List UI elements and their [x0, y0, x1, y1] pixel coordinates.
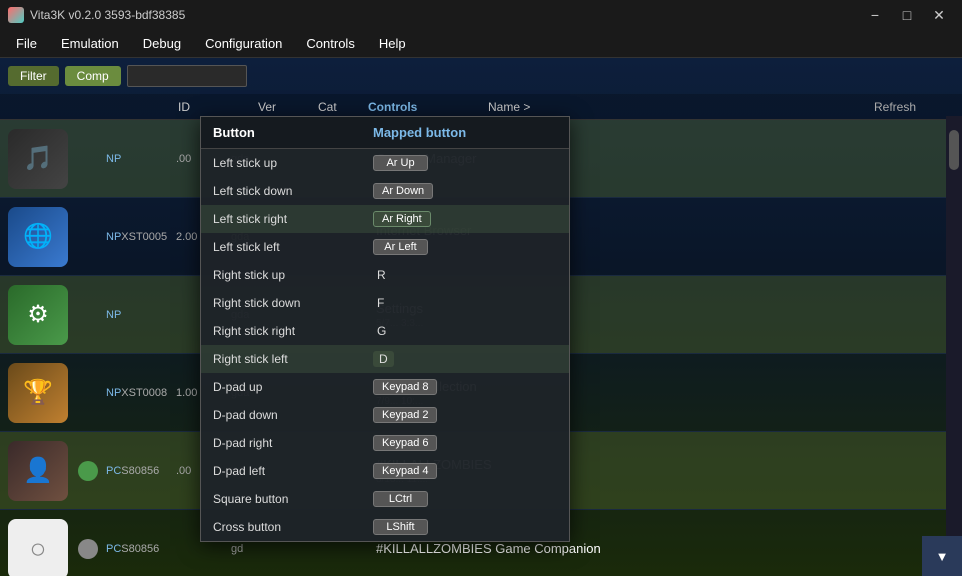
app-icon [8, 7, 24, 23]
dropdown-row-dpad-left[interactable]: D-pad left Keypad 4 [201, 457, 569, 485]
button-label: D-pad right [213, 436, 373, 450]
scroll-arrow-down[interactable]: ▼ [922, 536, 962, 576]
dropdown-row-right-stick-left[interactable]: Right stick left D [201, 345, 569, 373]
compat-badge [78, 383, 98, 403]
button-label: Left stick down [213, 184, 373, 198]
mapped-button: Ar Left [373, 239, 428, 255]
button-label: Right stick right [213, 324, 373, 338]
dropdown-row-dpad-right[interactable]: D-pad right Keypad 6 [201, 429, 569, 457]
mapped-button: Keypad 6 [373, 435, 437, 451]
button-label: Right stick up [213, 268, 373, 282]
game-id: NP [106, 153, 176, 165]
col-header-id: ID [178, 100, 258, 114]
dropdown-row-right-stick-right[interactable]: Right stick right G [201, 317, 569, 345]
dropdown-row-left-stick-up[interactable]: Left stick up Ar Up [201, 149, 569, 177]
mapped-button: Keypad 8 [373, 379, 437, 395]
game-id: NP [106, 309, 176, 321]
game-icon: ○ [8, 519, 68, 576]
dropdown-row-left-stick-down[interactable]: Left stick down Ar Down [201, 177, 569, 205]
button-label: D-pad down [213, 408, 373, 422]
menu-file[interactable]: File [4, 32, 49, 55]
mapped-button: Ar Down [373, 183, 433, 199]
mapped-button: R [373, 267, 390, 283]
compat-badge [78, 149, 98, 169]
chevron-down-icon: ▼ [936, 549, 949, 564]
game-icon: 🌐 [8, 207, 68, 267]
compat-badge [78, 227, 98, 247]
compat-badge [78, 539, 98, 559]
scrollbar [946, 116, 962, 576]
game-icon: 🎵 [8, 129, 68, 189]
col-header-controls[interactable]: Controls [368, 100, 488, 114]
col-header-refresh[interactable]: Refresh [874, 100, 954, 114]
dropdown-row-square[interactable]: Square button LCtrl [201, 485, 569, 513]
menu-help[interactable]: Help [367, 32, 418, 55]
button-label: Left stick left [213, 240, 373, 254]
title-bar: Vita3K v0.2.0 3593-bdf38385 − □ ✕ [0, 0, 962, 30]
comp-button[interactable]: Comp [65, 66, 121, 86]
filter-button[interactable]: Filter [8, 66, 59, 86]
dropdown-row-left-stick-left[interactable]: Left stick left Ar Left [201, 233, 569, 261]
compat-badge [78, 461, 98, 481]
menu-configuration[interactable]: Configuration [193, 32, 294, 55]
dropdown-col-mapped: Mapped button [373, 125, 557, 140]
game-id: NPXST0005 [106, 231, 176, 243]
button-label: Square button [213, 492, 373, 506]
mapped-button: Keypad 2 [373, 407, 437, 423]
title-bar-left: Vita3K v0.2.0 3593-bdf38385 [8, 7, 185, 23]
game-icon: 🏆 [8, 363, 68, 423]
search-input[interactable] [127, 65, 247, 87]
dropdown-row-right-stick-down[interactable]: Right stick down F [201, 289, 569, 317]
game-id: PCS80856 [106, 465, 176, 477]
dropdown-row-right-stick-up[interactable]: Right stick up R [201, 261, 569, 289]
scroll-thumb[interactable] [949, 130, 959, 170]
mapped-button: LCtrl [373, 491, 428, 507]
menu-emulation[interactable]: Emulation [49, 32, 131, 55]
dropdown-row-cross[interactable]: Cross button LShift [201, 513, 569, 541]
game-icon: 👤 [8, 441, 68, 501]
button-label: Left stick right [213, 212, 373, 226]
dropdown-row-left-stick-right[interactable]: Left stick right Ar Right [201, 205, 569, 233]
game-id: NPXST0008 [106, 387, 176, 399]
menu-bar: File Emulation Debug Configuration Contr… [0, 30, 962, 58]
menu-controls[interactable]: Controls [294, 32, 366, 55]
mapped-button: F [373, 295, 388, 311]
col-header-name[interactable]: Name > [488, 100, 874, 114]
button-label: D-pad up [213, 380, 373, 394]
compat-badge [78, 305, 98, 325]
window-controls: − □ ✕ [860, 0, 954, 30]
button-label: Right stick down [213, 296, 373, 310]
close-button[interactable]: ✕ [924, 0, 954, 30]
mapped-button: Ar Up [373, 155, 428, 171]
game-icon: ⚙ [8, 285, 68, 345]
button-label: Left stick up [213, 156, 373, 170]
button-label: Right stick left [213, 352, 373, 366]
minimize-button[interactable]: − [860, 0, 890, 30]
game-cat: gd [231, 543, 276, 555]
menu-debug[interactable]: Debug [131, 32, 193, 55]
mapped-button: Ar Right [373, 211, 431, 227]
mapped-button: D [373, 351, 394, 367]
mapped-button: LShift [373, 519, 428, 535]
game-id: PCS80856 [106, 543, 176, 555]
main-area: Filter Comp ID Ver Cat Controls Name > R… [0, 58, 962, 576]
dropdown-row-dpad-up[interactable]: D-pad up Keypad 8 [201, 373, 569, 401]
button-label: D-pad left [213, 464, 373, 478]
toolbar: Filter Comp [0, 58, 962, 94]
maximize-button[interactable]: □ [892, 0, 922, 30]
dropdown-row-dpad-down[interactable]: D-pad down Keypad 2 [201, 401, 569, 429]
mapped-button: G [373, 323, 390, 339]
controls-dropdown: Button Mapped button Left stick up Ar Up… [200, 116, 570, 542]
col-header-cat: Cat [318, 100, 368, 114]
game-name: #KILLALLZOMBIES Game Companion [376, 541, 954, 556]
col-header-ver: Ver [258, 100, 318, 114]
mapped-button: Keypad 4 [373, 463, 437, 479]
button-label: Cross button [213, 520, 373, 534]
dropdown-col-button: Button [213, 125, 373, 140]
dropdown-header: Button Mapped button [201, 117, 569, 149]
window-title: Vita3K v0.2.0 3593-bdf38385 [30, 8, 185, 22]
